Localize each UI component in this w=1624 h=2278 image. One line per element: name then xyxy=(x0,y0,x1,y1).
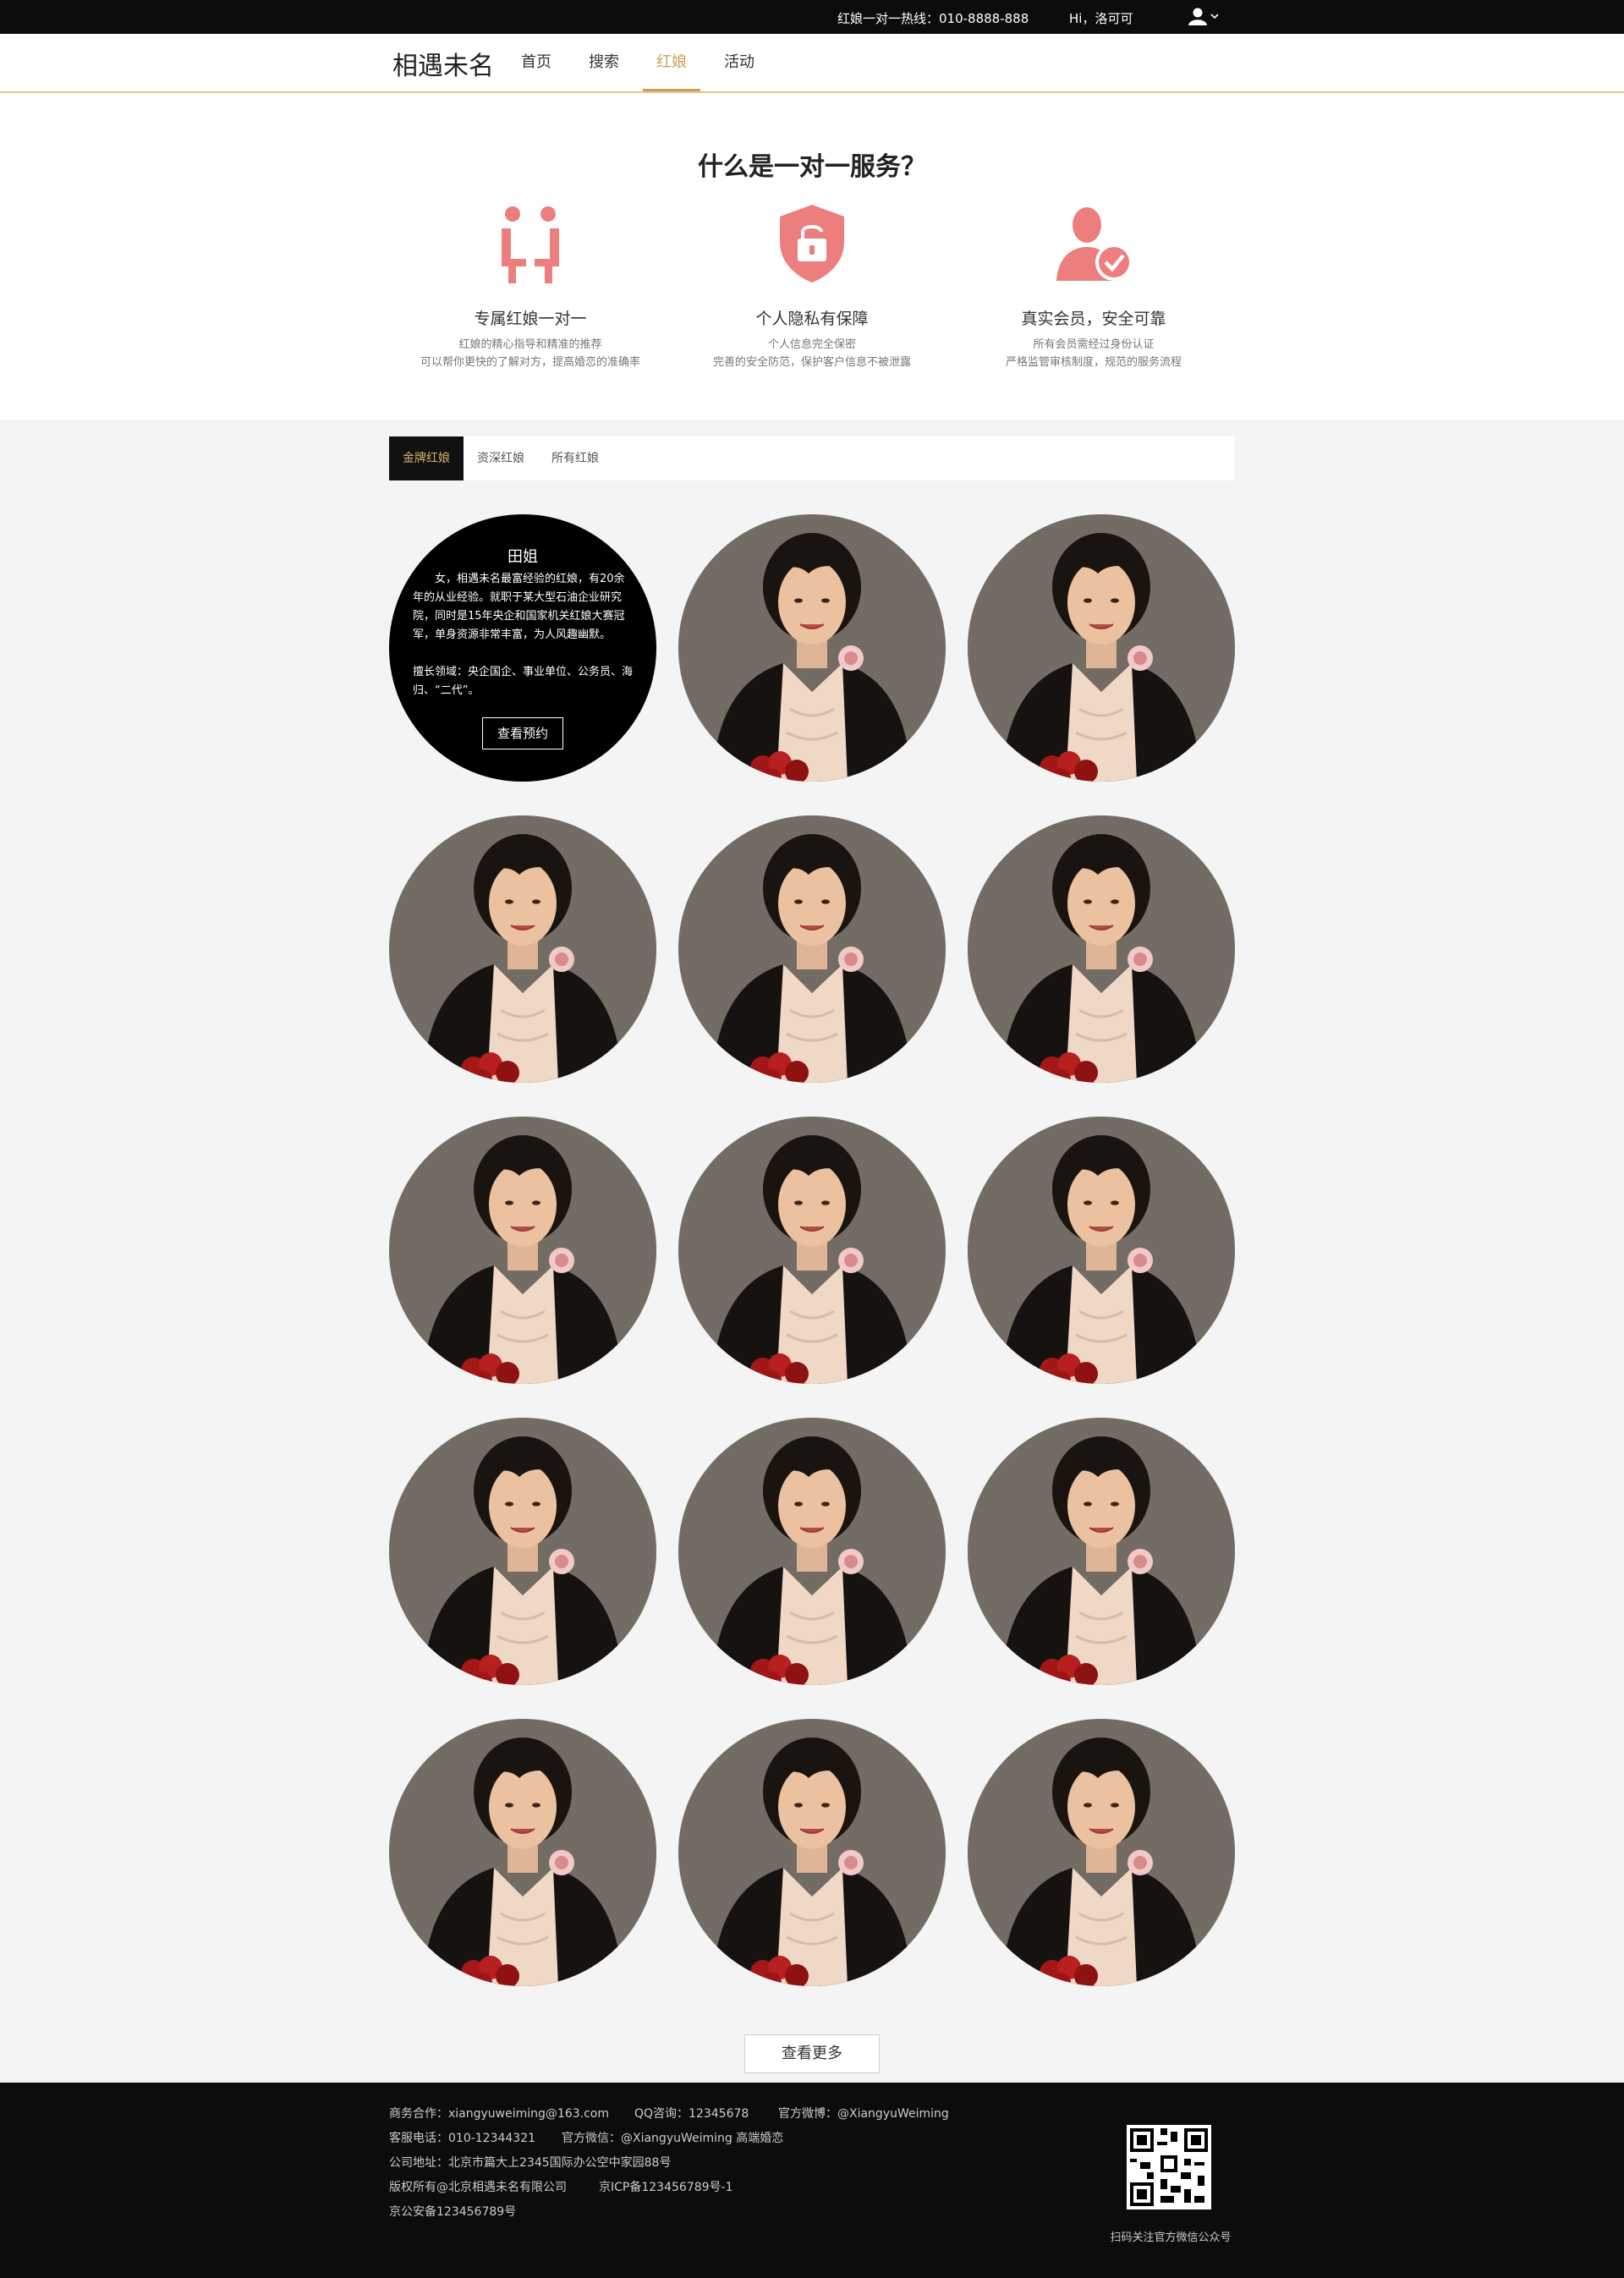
footer-weibo[interactable]: 官方微博：@XiangyuWeiming xyxy=(778,2105,949,2122)
nav-search[interactable]: 搜索 xyxy=(575,34,633,91)
matchmaker-card[interactable] xyxy=(968,815,1235,1083)
matchmaker-card[interactable] xyxy=(389,1418,656,1685)
matchmaker-card[interactable] xyxy=(968,514,1235,782)
user-icon xyxy=(1188,8,1219,25)
matchmaker-tabs: 金牌红娘 资深红娘 所有红娘 xyxy=(389,436,1235,480)
matchmaker-photo xyxy=(389,1117,656,1384)
main-nav: 首页 搜索 红娘 活动 xyxy=(508,34,778,91)
matchmaker-fields: 擅长领域：央企国企、事业单位、公务员、海归、“二代”。 xyxy=(413,666,634,697)
nav-events[interactable]: 活动 xyxy=(710,34,768,91)
load-more-button[interactable]: 查看更多 xyxy=(744,2034,880,2073)
matchmaker-card[interactable] xyxy=(678,815,946,1083)
footer-phone: 客服电话：010-12344321 xyxy=(389,2132,536,2145)
matchmaker-photo xyxy=(678,815,946,1083)
feature-title: 个人隐私有保障 xyxy=(755,310,869,328)
site-logo[interactable]: 相遇未名 xyxy=(391,46,501,83)
footer-wechat: 官方微信：@XiangyuWeiming 高端婚恋 xyxy=(562,2132,784,2145)
footer-qq: QQ咨询：12345678 xyxy=(634,2107,749,2121)
matchmaker-card[interactable] xyxy=(968,1117,1235,1384)
feature-desc: 个人信息完全保密 xyxy=(767,338,856,351)
matchmaker-photo xyxy=(968,514,1235,782)
matchmaker-photo xyxy=(968,815,1235,1083)
footer-address: 公司地址：北京市篇大上2345国际办公空中家园88号 xyxy=(389,2156,672,2170)
tab-all[interactable]: 所有红娘 xyxy=(538,436,612,480)
hotline-text: 红娘一对一热线：010-8888-888 xyxy=(837,11,1029,26)
matchmaker-photo xyxy=(678,1418,946,1685)
matchmaker-card[interactable] xyxy=(968,1719,1235,1986)
feature-title: 真实会员，安全可靠 xyxy=(1021,310,1166,328)
matchmaker-card-featured[interactable]: 田姐女，相遇未名最富经验的红娘，有20余年的从业经验。就职于某大型石油企业研究院… xyxy=(389,514,656,782)
user-menu[interactable] xyxy=(1188,7,1223,27)
matchmaker-card[interactable] xyxy=(389,815,656,1083)
matchmaker-photo xyxy=(968,1719,1235,1986)
matchmaker-photo xyxy=(968,1117,1235,1384)
matchmaker-card[interactable] xyxy=(389,1117,656,1384)
feature-verified: 真实会员，安全可靠 所有会员需经过身份认证 严格监管审核制度，规范的服务流程 xyxy=(950,203,1237,371)
matchmaker-photo xyxy=(678,514,946,782)
privacy-shield-icon xyxy=(780,205,844,283)
feature-privacy: 个人隐私有保障 个人信息完全保密 完善的安全防范，保护客户信息不被泄露 xyxy=(668,203,956,371)
matchmaker-grid: 田姐女，相遇未名最富经验的红娘，有20余年的从业经验。就职于某大型石油企业研究院… xyxy=(389,514,1235,1986)
user-greeting[interactable]: Hi，洛可可 xyxy=(1069,9,1133,27)
matchmaker-card[interactable] xyxy=(678,514,946,782)
matchmaker-card[interactable] xyxy=(389,1719,656,1986)
matchmaker-photo xyxy=(678,1117,946,1384)
matchmaker-card[interactable] xyxy=(678,1719,946,1986)
service-section: 什么是一对一服务？ 专属红娘一对一 红娘的精心指导和精准的推荐 可以帮你更快的了… xyxy=(0,93,1624,420)
matchmaker-photo xyxy=(678,1719,946,1986)
verified-user-icon xyxy=(1056,207,1133,281)
feature-matchmaker: 专属红娘一对一 红娘的精心指导和精准的推荐 可以帮你更快的了解对方，提高婚恋的准… xyxy=(387,203,674,371)
matchmaker-card[interactable] xyxy=(968,1418,1235,1685)
nav-home[interactable]: 首页 xyxy=(508,34,565,91)
tab-gold[interactable]: 金牌红娘 xyxy=(389,436,464,480)
svg-text:相遇未名: 相遇未名 xyxy=(392,52,494,81)
matchmaker-photo xyxy=(389,1719,656,1986)
tab-senior[interactable]: 资深红娘 xyxy=(464,436,538,480)
matchmaker-bio: 女，相遇未名最富经验的红娘，有20余年的从业经验。就职于某大型石油企业研究院，同… xyxy=(413,573,625,641)
wechat-qr-code xyxy=(1127,2125,1211,2209)
matchmaker-name: 田姐 xyxy=(508,548,538,566)
service-title: 什么是一对一服务？ xyxy=(698,152,926,182)
top-bar: 红娘一对一热线：010-8888-888 Hi，洛可可 xyxy=(0,0,1624,34)
matchmaker-photo xyxy=(968,1418,1235,1685)
main-header: 相遇未名 首页 搜索 红娘 活动 xyxy=(0,34,1624,93)
nav-matchmaker[interactable]: 红娘 xyxy=(643,34,700,91)
view-booking-button[interactable]: 查看预约 xyxy=(482,717,563,749)
matchmaker-card[interactable] xyxy=(678,1117,946,1384)
footer-icp: 京ICP备123456789号-1 xyxy=(599,2181,733,2194)
footer-police: 京公安备123456789号 xyxy=(389,2205,517,2219)
feature-desc: 所有会员需经过身份认证 xyxy=(1033,338,1155,351)
site-footer: 商务合作：xiangyuweiming@163.com QQ咨询：1234567… xyxy=(0,2083,1624,2278)
feature-desc: 完善的安全防范，保护客户信息不被泄露 xyxy=(712,356,911,369)
matchmaker-photo xyxy=(389,815,656,1083)
matchmaker-info-overlay: 田姐女，相遇未名最富经验的红娘，有20余年的从业经验。就职于某大型石油企业研究院… xyxy=(389,514,656,782)
feature-title: 专属红娘一对一 xyxy=(474,310,587,328)
matchmaker-photo xyxy=(389,1418,656,1685)
feature-desc: 可以帮你更快的了解对方，提高婚恋的准确率 xyxy=(420,356,640,369)
feature-desc: 严格监管审核制度，规范的服务流程 xyxy=(1005,356,1182,369)
footer-business: 商务合作：xiangyuweiming@163.com xyxy=(389,2107,609,2121)
footer-copyright: 版权所有@北京相遇未名有限公司 xyxy=(389,2181,567,2194)
feature-desc: 红娘的精心指导和精准的推荐 xyxy=(458,338,602,351)
matchmaker-icon xyxy=(502,206,559,283)
qr-caption: 扫码关注官方微信公众号 xyxy=(1110,2231,1232,2244)
matchmaker-card[interactable] xyxy=(678,1418,946,1685)
